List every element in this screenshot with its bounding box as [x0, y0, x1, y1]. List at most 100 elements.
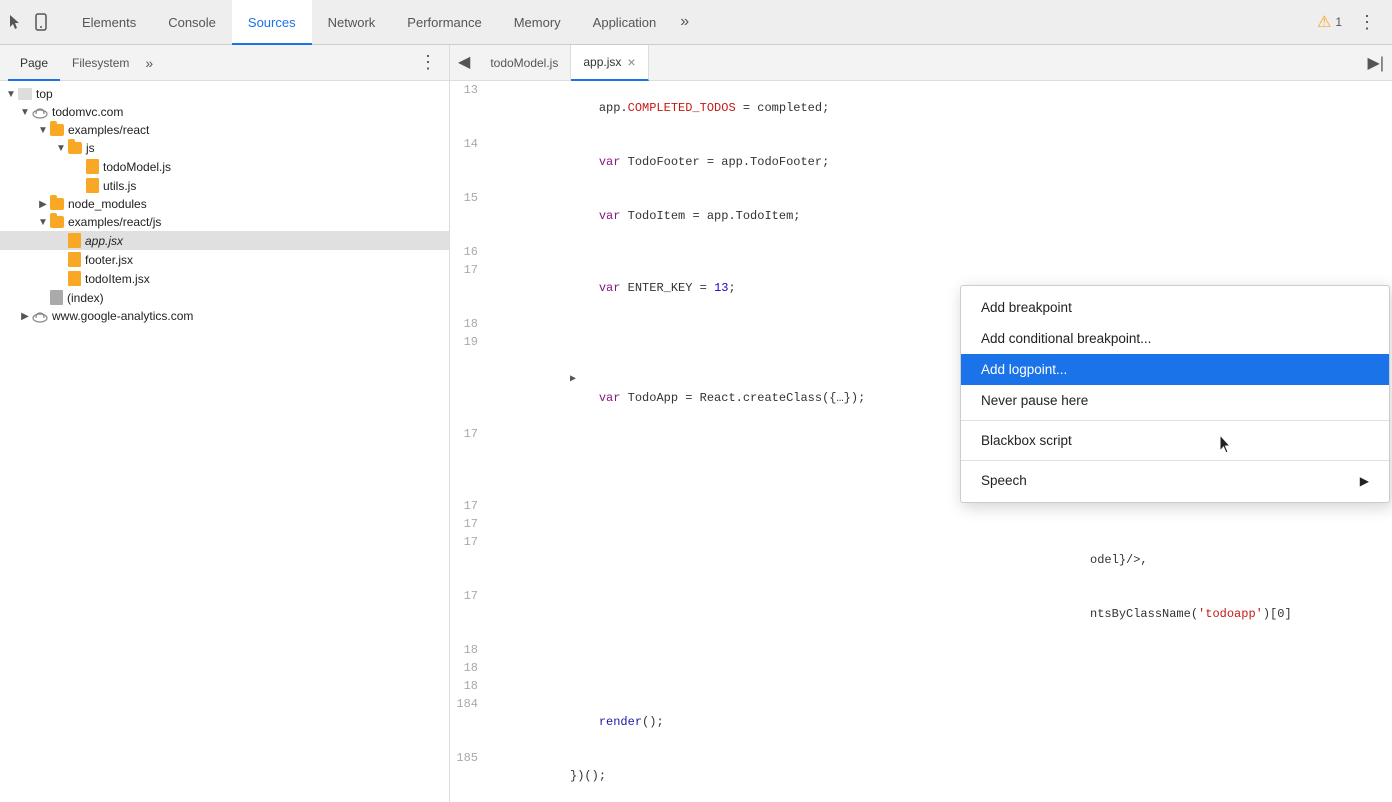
sub-tabbar: Page Filesystem » ⋮ [0, 45, 449, 81]
ctx-blackbox[interactable]: Blackbox script [961, 425, 1389, 456]
code-line-18b: 18 [450, 659, 1392, 677]
ctx-divider-2 [961, 460, 1389, 461]
ctx-speech[interactable]: Speech ▶ [961, 465, 1389, 496]
ctx-add-breakpoint[interactable]: Add breakpoint [961, 292, 1389, 323]
tab-filesystem[interactable]: Filesystem [60, 45, 141, 81]
line-number-14: 14 [450, 135, 490, 153]
editor-tab-label-appjsx: app.jsx [583, 55, 621, 69]
code-line-18a: 18 [450, 641, 1392, 659]
ctx-blackbox-label: Blackbox script [981, 433, 1072, 448]
tab-elements[interactable]: Elements [66, 0, 152, 45]
editor-tab-appjsx[interactable]: app.jsx × [571, 45, 648, 81]
tab-sources[interactable]: Sources [232, 0, 312, 45]
ctx-add-logpoint[interactable]: Add logpoint... [961, 354, 1389, 385]
line-number-185: 185 [450, 749, 490, 767]
expand-arrow-19[interactable]: ▶ [570, 371, 576, 389]
editor-tab-todomodel[interactable]: todoModel.js [478, 45, 571, 81]
cloud-icon-todomvc [32, 105, 48, 119]
tree-item-index[interactable]: (index) [0, 288, 449, 307]
line-number-16: 16 [450, 243, 490, 261]
code-line-14: 14 var TodoFooter = app.TodoFooter; [450, 135, 1392, 189]
code-line-17e: 17 ntsByClassName('todoapp')[0] [450, 587, 1392, 641]
tree-item-google-analytics[interactable]: ▶ www.google-analytics.com [0, 307, 449, 325]
tree-item-examples-react-js[interactable]: ▼ examples/react/js [0, 213, 449, 231]
tree-label-todomvc: todomvc.com [52, 105, 123, 119]
line-content-184: render(); [490, 695, 664, 749]
folder-icon-top [18, 88, 32, 100]
tree-label-js: js [86, 141, 95, 155]
tree-item-todoitem-jsx[interactable]: todoItem.jsx [0, 269, 449, 288]
tree-item-js[interactable]: ▼ js [0, 139, 449, 157]
file-icon-app [68, 233, 81, 248]
folder-icon-examples-react [50, 124, 64, 136]
tree-item-utils[interactable]: utils.js [0, 176, 449, 195]
file-icon-todomodel [86, 159, 99, 174]
code-line-13: 13 app.COMPLETED_TODOS = completed; [450, 81, 1392, 135]
cursor-icon[interactable] [8, 13, 26, 31]
code-partial-17d: odel}/>, [1090, 553, 1148, 567]
tree-item-app-jsx[interactable]: app.jsx [0, 231, 449, 250]
tree-item-footer-jsx[interactable]: footer.jsx [0, 250, 449, 269]
tree-label-google-analytics: www.google-analytics.com [52, 309, 193, 323]
tree-item-examples-react[interactable]: ▼ examples/react [0, 121, 449, 139]
tree-item-node-modules[interactable]: ▶ node_modules [0, 195, 449, 213]
tree-label-examples-react: examples/react [68, 123, 149, 137]
ctx-add-conditional[interactable]: Add conditional breakpoint... [961, 323, 1389, 354]
arrow-examples-react: ▼ [36, 123, 50, 137]
arrow-js: ▼ [54, 141, 68, 155]
line-content-19: ▶ var TodoApp = React.createClass({…}); [490, 333, 865, 425]
file-icon-utils [86, 178, 99, 193]
line-number-19: 19 [450, 333, 490, 351]
line-number-18b: 18 [450, 659, 490, 677]
code-line-185: 185 })(); [450, 749, 1392, 802]
ctx-add-breakpoint-label: Add breakpoint [981, 300, 1072, 315]
tab-page[interactable]: Page [8, 45, 60, 81]
tab-application[interactable]: Application [577, 0, 673, 45]
line-content-17e: ntsByClassName('todoapp')[0] [490, 587, 772, 641]
folder-icon-node-modules [50, 198, 64, 210]
arrow-empty-todomodel [72, 160, 86, 174]
warning-badge: ⚠ 1 [1309, 12, 1350, 32]
ctx-add-conditional-label: Add conditional breakpoint... [981, 331, 1151, 346]
line-content-14: var TodoFooter = app.TodoFooter; [490, 135, 829, 189]
line-content-13: app.COMPLETED_TODOS = completed; [490, 81, 829, 135]
tree-item-top[interactable]: ▼ top [0, 85, 449, 103]
ctx-never-pause[interactable]: Never pause here [961, 385, 1389, 416]
arrow-google-analytics: ▶ [18, 309, 32, 323]
top-kebab-button[interactable]: ⋮ [1350, 12, 1384, 33]
code-line-17d: 17 odel}/>, [450, 533, 1392, 587]
file-icon-footer [68, 252, 81, 267]
sub-kebab-button[interactable]: ⋮ [415, 52, 441, 73]
ctx-divider-1 [961, 420, 1389, 421]
tab-performance[interactable]: Performance [391, 0, 497, 45]
line-number-18c: 18 [450, 677, 490, 695]
editor-tabbar: ◀ todoModel.js app.jsx × ▶| [450, 45, 1392, 81]
top-tabbar: Elements Console Sources Network Perform… [0, 0, 1392, 45]
code-partial-17e: ntsByClassName('todoapp')[0] [1090, 607, 1292, 621]
mobile-icon[interactable] [32, 13, 50, 31]
editor-tab-close-appjsx[interactable]: × [627, 54, 635, 70]
line-number-17a: 17 [450, 425, 490, 443]
ctx-speech-submenu-arrow: ▶ [1360, 474, 1369, 488]
tab-console[interactable]: Console [152, 0, 232, 45]
line-number-15: 15 [450, 189, 490, 207]
tree-label-footer: footer.jsx [85, 253, 133, 267]
line-number-17: 17 [450, 261, 490, 279]
editor-back-button[interactable]: ◀ [450, 45, 478, 81]
tree-label-node-modules: node_modules [68, 197, 147, 211]
more-tabs-button[interactable]: » [672, 13, 697, 31]
tab-memory[interactable]: Memory [498, 0, 577, 45]
line-number-17d: 17 [450, 533, 490, 551]
line-number-184: 184 [450, 695, 490, 713]
tree-item-todomvc[interactable]: ▼ todomvc.com [0, 103, 449, 121]
tree-label-index: (index) [67, 291, 104, 305]
sub-more-button[interactable]: » [141, 55, 157, 71]
code-line-18c: 18 [450, 677, 1392, 695]
right-panel: ◀ todoModel.js app.jsx × ▶| 13 app.COMPL… [450, 45, 1392, 802]
tab-network[interactable]: Network [312, 0, 392, 45]
ctx-never-pause-label: Never pause here [981, 393, 1088, 408]
tree-item-todomodel[interactable]: todoModel.js [0, 157, 449, 176]
arrow-empty-utils [72, 179, 86, 193]
editor-collapse-button[interactable]: ▶| [1360, 53, 1392, 73]
devtools-icon-group [8, 13, 50, 31]
